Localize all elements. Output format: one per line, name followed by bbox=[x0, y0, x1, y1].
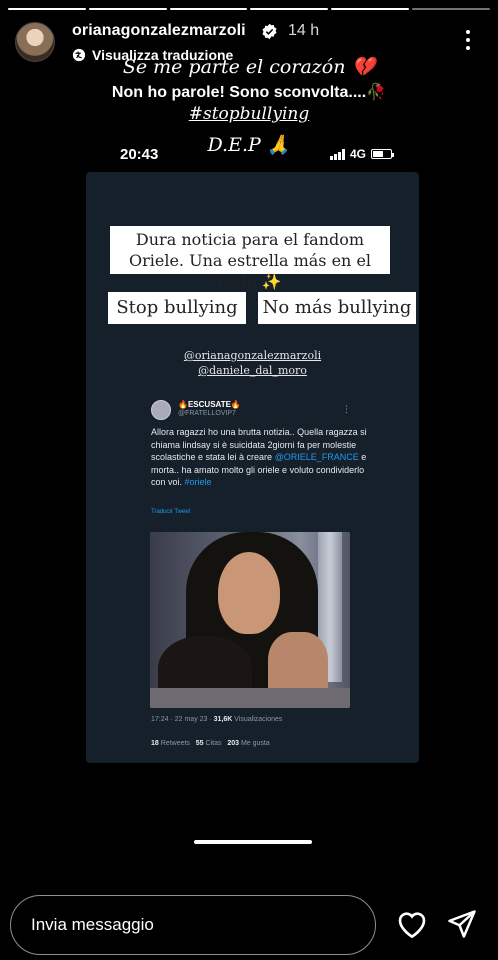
story-card: Dura noticia para el fandom Oriele. Una … bbox=[86, 172, 419, 763]
quotes-label: Citas bbox=[203, 740, 222, 747]
phone-status-time: 20:43 bbox=[120, 146, 159, 163]
likes-count: 203 bbox=[227, 740, 239, 747]
tweet-metadata: 17:24 · 22 may 23 · 31,6K Visualizacione… bbox=[151, 716, 282, 723]
tweet-datetime: 17:24 · 22 may 23 · bbox=[151, 716, 214, 723]
tag-no-mas-bullying: No más bullying bbox=[258, 292, 416, 324]
tag-stop-bullying: Stop bullying bbox=[108, 292, 246, 324]
retweets-count: 18 bbox=[151, 740, 159, 747]
tweet-views-label: Visualizaciones bbox=[232, 716, 283, 723]
caption-line-4: D.E.P 🙏 bbox=[207, 134, 291, 156]
signal-icon bbox=[330, 148, 345, 160]
tweet-photo bbox=[150, 532, 350, 708]
caption-hashtag[interactable]: #stopbullying bbox=[0, 104, 498, 124]
username[interactable]: orianagonzalezmarzoli bbox=[72, 22, 246, 40]
progress-segment bbox=[331, 8, 410, 10]
tweet-author-handle: @FRATELLOVIP7 bbox=[178, 410, 236, 417]
caption-line-1: Se me parte el corazón 💔 bbox=[122, 56, 376, 78]
tweet-stats: 18 Retweets 55 Citas 203 Me gusta bbox=[151, 740, 270, 747]
message-placeholder: Invia messaggio bbox=[31, 915, 154, 934]
retweets-label: Retweets bbox=[158, 740, 190, 747]
tweet-hashtag: #oriele bbox=[184, 477, 212, 488]
mentions: @orianagonzalezmarzoli @daniele_dal_moro bbox=[86, 348, 419, 378]
tweet-more-icon: ⋮ bbox=[342, 404, 351, 414]
battery-icon bbox=[371, 149, 395, 159]
likes-label: Me gusta bbox=[239, 740, 270, 747]
verified-badge-icon bbox=[262, 23, 277, 40]
tweet-author-name: 🔥ESCUSATE🔥 bbox=[178, 400, 241, 409]
progress-segment bbox=[8, 8, 86, 10]
progress-segment bbox=[88, 8, 167, 10]
phone-status-icons: 4G bbox=[330, 147, 395, 161]
progress-segment bbox=[169, 8, 248, 10]
tweet-avatar bbox=[151, 400, 171, 420]
message-input[interactable]: Invia messaggio bbox=[10, 895, 376, 955]
quotes-count: 55 bbox=[195, 740, 204, 747]
caption-line-2: Non ho parole! Sono sconvolta....🥀 bbox=[111, 84, 387, 101]
tweet-body: Allora ragazzi ho una brutta notizia.. Q… bbox=[151, 426, 376, 489]
progress-segment bbox=[412, 8, 490, 10]
tweet-mention: @ORIELE_FRANCE bbox=[274, 452, 359, 463]
story-time-ago: 14 h bbox=[288, 22, 320, 39]
headline-box: Dura noticia para el fandom Oriele. Una … bbox=[110, 226, 390, 291]
network-type: 4G bbox=[350, 147, 367, 161]
more-options-icon[interactable] bbox=[462, 30, 474, 54]
heart-icon[interactable] bbox=[396, 909, 428, 939]
mention-link[interactable]: @orianagonzalezmarzoli bbox=[86, 348, 419, 363]
send-icon[interactable] bbox=[447, 909, 477, 939]
tweet-translate-link: Traducir Tweet bbox=[151, 509, 191, 515]
mention-link[interactable]: @daniele_dal_moro bbox=[86, 363, 419, 378]
home-indicator bbox=[194, 840, 312, 844]
story-progress-bar bbox=[8, 8, 490, 10]
tweet-views-count: 31,6K bbox=[213, 716, 233, 723]
progress-segment bbox=[250, 8, 329, 10]
